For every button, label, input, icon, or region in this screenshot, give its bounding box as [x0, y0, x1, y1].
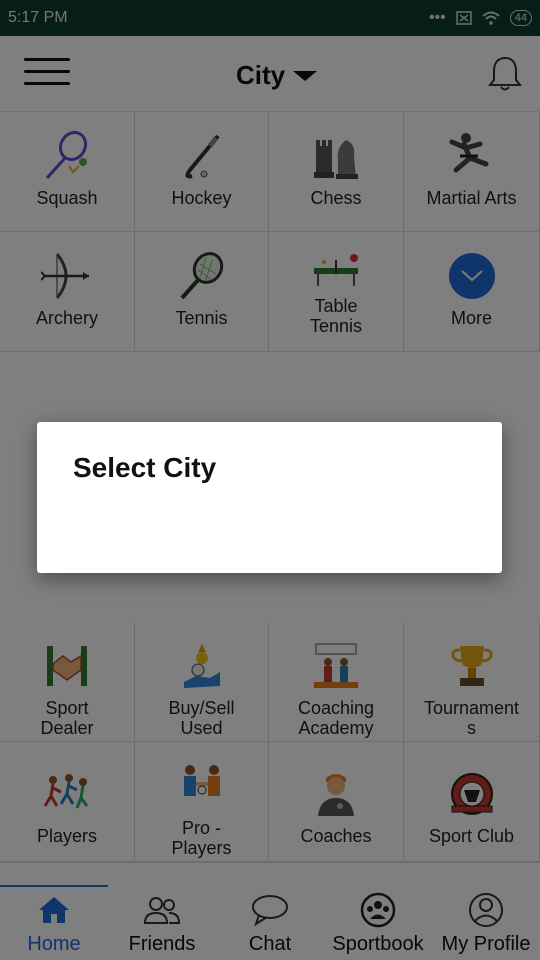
select-city-dialog: Select City — [37, 422, 502, 573]
dialog-title: Select City — [73, 452, 217, 483]
